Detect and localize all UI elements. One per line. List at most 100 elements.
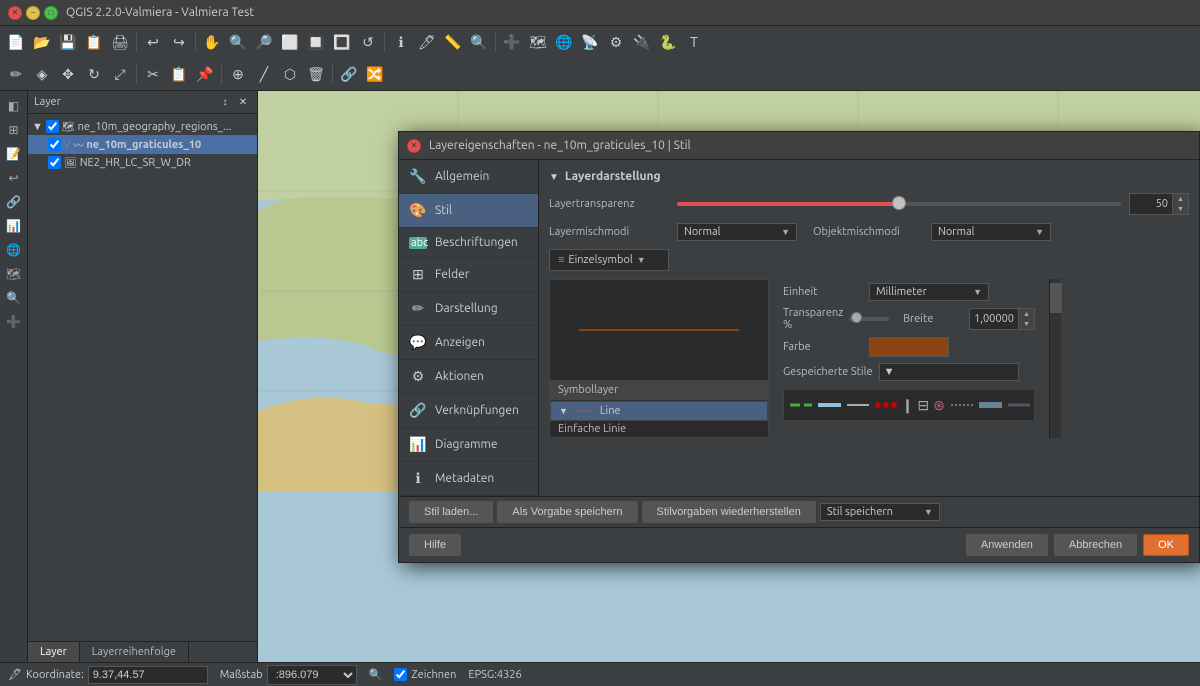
overview-icon[interactable]: ⊞ (3, 119, 25, 141)
refresh-icon[interactable]: ↺ (356, 30, 380, 54)
einfache-linie-item[interactable]: Einfache Linie (550, 421, 768, 437)
node-tool-icon[interactable]: ◈ (30, 62, 54, 86)
print-icon[interactable]: 🖨 (108, 30, 132, 54)
zoom-full-icon[interactable]: ⬜ (278, 30, 302, 54)
delete-selected-icon[interactable]: 🗑 (304, 62, 328, 86)
layer-close-icon[interactable]: ✕ (235, 94, 251, 110)
add-wms-icon[interactable]: 🌐 (552, 30, 576, 54)
search-side-icon[interactable]: 🔍 (3, 287, 25, 309)
layer3-checkbox[interactable] (48, 156, 61, 169)
text-icon[interactable]: T (682, 30, 706, 54)
transparency-slider-thumb[interactable] (892, 196, 906, 210)
restore-defaults-button[interactable]: Stilvorgaben wiederherstellen (642, 501, 816, 523)
trans-pct-slider[interactable] (849, 317, 889, 321)
new-file-icon[interactable]: 📄 (4, 30, 28, 54)
stats-icon[interactable]: 📊 (3, 215, 25, 237)
sidebar-item-anzeigen[interactable]: 💬 Anzeigen (399, 326, 538, 360)
dialog-close-button[interactable]: ✕ (407, 139, 421, 153)
style-swatch-6[interactable] (977, 395, 1001, 415)
close-button[interactable]: ✕ (8, 6, 22, 20)
save-default-button[interactable]: Als Vorgabe speichern (497, 501, 637, 523)
measure-icon[interactable]: 📏 (441, 30, 465, 54)
save-as-icon[interactable]: 📋 (82, 30, 106, 54)
maximize-button[interactable]: □ (44, 6, 58, 20)
open-icon[interactable]: 📂 (30, 30, 54, 54)
add-vector-icon[interactable]: ➕ (500, 30, 524, 54)
sidebar-item-felder[interactable]: ⊞ Felder (399, 258, 538, 292)
add-raster-icon[interactable]: 🗺 (526, 30, 550, 54)
draw-checkbox[interactable] (394, 668, 407, 681)
saved-styles-dropdown[interactable]: ▼ (879, 363, 1019, 381)
sidebar-item-diagramme[interactable]: 📊 Diagramme (399, 428, 538, 462)
rotate-icon[interactable]: ↻ (82, 62, 106, 86)
map-area[interactable]: ✕ Layereigenschaften - ne_10m_graticules… (258, 91, 1200, 662)
paste-icon[interactable]: 📌 (193, 62, 217, 86)
sidebar-item-allgemein[interactable]: 🔧 Allgemein (399, 160, 538, 194)
coordinate-input[interactable] (88, 666, 208, 684)
style-swatch-7[interactable] (1006, 395, 1030, 415)
sidebar-item-beschriftungen[interactable]: abc Beschriftungen (399, 228, 538, 258)
layer-item-2[interactable]: V 〰 ne_10m_graticules_10 (28, 135, 257, 154)
info-icon[interactable]: ℹ (389, 30, 413, 54)
capture-line-icon[interactable]: ╱ (252, 62, 276, 86)
transparency-spin-down[interactable]: ▼ (1172, 204, 1188, 214)
width-spinbox[interactable]: 1,00000 ▲ ▼ (969, 308, 1035, 330)
plugins-icon[interactable]: 🔌 (630, 30, 654, 54)
scale-dropdown[interactable]: :896.079 (267, 665, 357, 685)
width-spin-up[interactable]: ▲ (1018, 309, 1034, 319)
save-style-dropdown[interactable]: Stil speichern ▼ (820, 503, 940, 521)
transparency-spin-up[interactable]: ▲ (1172, 194, 1188, 204)
sidebar-item-aktionen[interactable]: ⚙ Aktionen (399, 360, 538, 394)
sidebar-item-darstellung[interactable]: ✏ Darstellung (399, 292, 538, 326)
transparency-spinbox[interactable]: 50 ▲ ▼ (1129, 193, 1189, 215)
log-icon[interactable]: 📝 (3, 143, 25, 165)
globe-icon[interactable]: 🌐 (3, 239, 25, 261)
plus-side-icon[interactable]: ➕ (3, 311, 25, 333)
capture-point-icon[interactable]: ⊕ (226, 62, 250, 86)
topology-icon[interactable]: 🔀 (363, 62, 387, 86)
transparency-slider-track[interactable] (677, 202, 1121, 206)
settings-icon[interactable]: ⚙ (604, 30, 628, 54)
load-style-button[interactable]: Stil laden... (409, 501, 493, 523)
unit-dropdown[interactable]: Millimeter ▼ (869, 283, 989, 301)
cancel-button[interactable]: Abbrechen (1054, 534, 1137, 556)
layer-sort-icon[interactable]: ↕ (217, 94, 233, 110)
python-icon[interactable]: 🐍 (656, 30, 680, 54)
tab-layer-order[interactable]: Layerreihenfolge (80, 642, 189, 662)
zoom-in-icon[interactable]: 🔍 (226, 30, 250, 54)
style-swatch-3[interactable] (845, 395, 869, 415)
capture-poly-icon[interactable]: ⬡ (278, 62, 302, 86)
apply-button[interactable]: Anwenden (966, 534, 1048, 556)
copy-icon[interactable]: 📋 (167, 62, 191, 86)
move-icon[interactable]: ✥ (56, 62, 80, 86)
layer2-checkbox[interactable] (48, 138, 61, 151)
scale-icon[interactable]: ⤢ (108, 62, 132, 86)
cut-icon[interactable]: ✂ (141, 62, 165, 86)
add-wfs-icon[interactable]: 📡 (578, 30, 602, 54)
style-swatch-4[interactable] (873, 395, 897, 415)
sidebar-item-stil[interactable]: 🎨 Stil (399, 194, 538, 228)
style-swatch-5[interactable] (949, 395, 973, 415)
layer1-checkbox[interactable] (46, 120, 59, 133)
snapping-side-icon[interactable]: 🔗 (3, 191, 25, 213)
layer-blend-dropdown[interactable]: Normal ▼ (677, 223, 797, 241)
help-button[interactable]: Hilfe (409, 534, 461, 556)
trans-pct-thumb[interactable] (851, 312, 862, 323)
layer-item-3[interactable]: 🖼 NE2_HR_LC_SR_W_DR (28, 154, 257, 171)
width-spin-down[interactable]: ▼ (1018, 319, 1034, 329)
symbol-selector-dropdown[interactable]: ≡ Einzelsymbol ▼ (549, 249, 669, 271)
object-blend-dropdown[interactable]: Normal ▼ (931, 223, 1051, 241)
style-swatch-2[interactable] (816, 395, 840, 415)
layer-item-1[interactable]: ▼ 🗺 ne_10m_geography_regions_... (28, 118, 257, 135)
sidebar-item-metadaten[interactable]: ℹ Metadaten (399, 462, 538, 496)
symbol-layer-line[interactable]: ▼ Line (551, 402, 767, 420)
color-swatch[interactable] (869, 337, 949, 357)
pan-icon[interactable]: ✋ (200, 30, 224, 54)
tab-layer[interactable]: Layer (28, 642, 80, 662)
digitize-icon[interactable]: ✏ (4, 62, 28, 86)
snapping-icon[interactable]: 🔗 (337, 62, 361, 86)
identify-icon[interactable]: 🔍 (467, 30, 491, 54)
zoom-out-icon[interactable]: 🔎 (252, 30, 276, 54)
scrollbar-thumb[interactable] (1050, 283, 1062, 313)
select-icon[interactable]: 🖊 (415, 30, 439, 54)
